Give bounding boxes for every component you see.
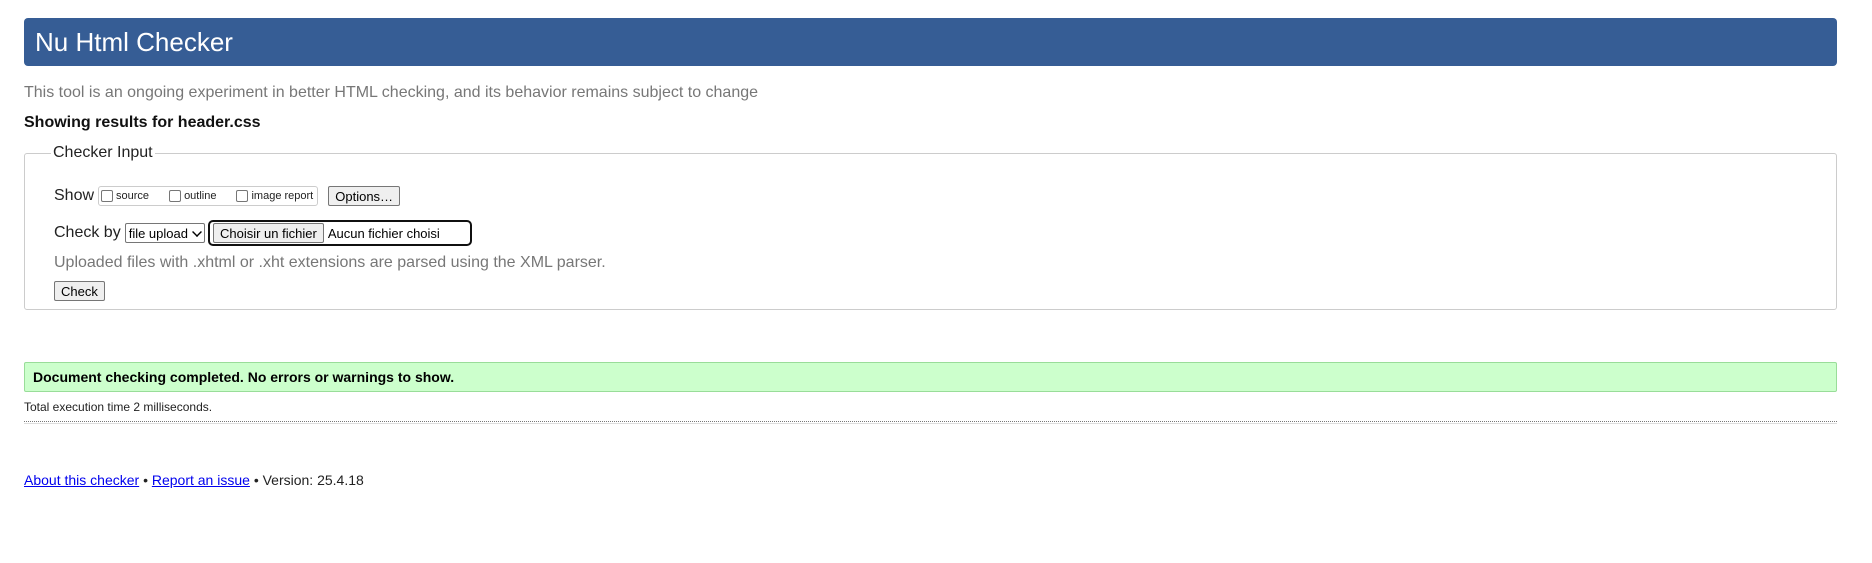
source-label: source bbox=[116, 190, 150, 202]
footer-separator-2: • bbox=[253, 472, 259, 488]
check-by-selected-value: file upload bbox=[128, 225, 188, 241]
choose-file-button[interactable]: Choisir un fichier bbox=[212, 223, 324, 243]
chevron-down-icon bbox=[192, 226, 202, 237]
options-button[interactable]: Options… bbox=[328, 186, 401, 206]
show-image-report-option[interactable]: image report bbox=[236, 190, 313, 202]
source-checkbox[interactable] bbox=[101, 190, 114, 202]
check-by-row: Check by file upload Choisir un fichier … bbox=[54, 220, 472, 246]
version-text: Version: 25.4.18 bbox=[262, 472, 364, 488]
page-subtitle: This tool is an ongoing experiment in be… bbox=[24, 84, 759, 101]
report-issue-link[interactable]: Report an issue bbox=[152, 472, 250, 488]
check-button[interactable]: Check bbox=[54, 281, 105, 301]
check-by-label: Check by bbox=[54, 224, 121, 241]
divider bbox=[24, 421, 1837, 424]
show-options-group: source outline image report bbox=[98, 186, 319, 206]
execution-time: Total execution time 2 milliseconds. bbox=[24, 400, 213, 414]
results-heading: Showing results for header.css bbox=[24, 114, 261, 131]
checker-input-fieldset: Checker Input Show source outline image … bbox=[24, 144, 1837, 310]
show-row: Show source outline image report Options… bbox=[54, 186, 401, 206]
outline-checkbox[interactable] bbox=[169, 190, 182, 202]
show-outline-option[interactable]: outline bbox=[169, 190, 216, 202]
page: Nu Html Checker This tool is an ongoing … bbox=[0, 0, 1872, 563]
file-upload-input[interactable]: Choisir un fichier Aucun fichier choisi bbox=[207, 220, 472, 246]
footer-separator-1: • bbox=[143, 472, 148, 488]
show-label: Show bbox=[54, 187, 95, 204]
check-button-row: Check bbox=[54, 281, 105, 301]
image-report-label: image report bbox=[251, 190, 314, 202]
check-by-select[interactable]: file upload bbox=[124, 223, 205, 243]
show-source-option[interactable]: source bbox=[101, 190, 149, 202]
about-checker-link[interactable]: About this checker bbox=[24, 472, 139, 488]
footer: About this checker • Report an issue • V… bbox=[24, 472, 364, 488]
file-name-text: Aucun fichier choisi bbox=[327, 225, 440, 241]
checker-input-legend: Checker Input bbox=[53, 144, 153, 161]
xml-parser-note: Uploaded files with .xhtml or .xht exten… bbox=[54, 254, 606, 271]
outline-label: outline bbox=[184, 190, 217, 202]
image-report-checkbox[interactable] bbox=[236, 190, 249, 202]
page-title: Nu Html Checker bbox=[24, 18, 1837, 66]
status-message: Document checking completed. No errors o… bbox=[24, 362, 1837, 392]
